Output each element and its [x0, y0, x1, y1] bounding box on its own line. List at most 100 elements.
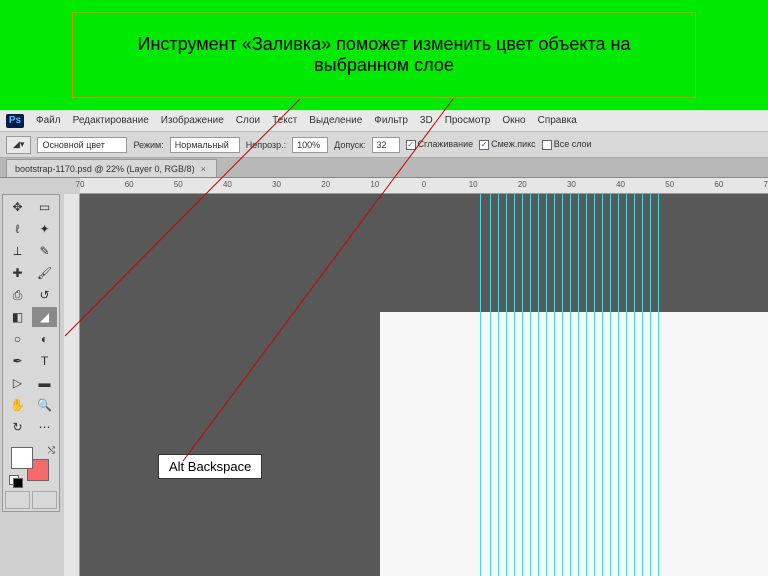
tab-title: bootstrap-1170.psd @ 22% (Layer 0, RGB/8…: [15, 164, 195, 174]
tool-hand[interactable]: ✋: [5, 395, 30, 415]
ruler-vertical: [64, 194, 80, 576]
ruler-tick: 40: [616, 180, 625, 189]
screen-mode[interactable]: [5, 491, 57, 509]
tolerance-label: Допуск:: [334, 140, 365, 150]
menu-text[interactable]: Текст: [272, 115, 297, 126]
guide-line[interactable]: [610, 194, 611, 576]
opacity-label: Непрозр.:: [246, 140, 286, 150]
contig-check[interactable]: Смеж.пикс: [479, 139, 536, 150]
ruler-tick: 10: [469, 180, 478, 189]
alllayers-check[interactable]: Все слои: [542, 139, 592, 150]
guide-line[interactable]: [650, 194, 651, 576]
menu-edit[interactable]: Редактирование: [73, 115, 149, 126]
menu-filter[interactable]: Фильтр: [374, 115, 408, 126]
tool-history[interactable]: ↺: [32, 285, 57, 305]
tool-dots[interactable]: ⋯: [32, 417, 57, 437]
swap-colors-icon[interactable]: ⤭: [48, 445, 55, 456]
tool-crop[interactable]: ⟂: [5, 241, 30, 261]
guide-line[interactable]: [480, 194, 481, 576]
ruler-tick: 30: [567, 180, 576, 189]
mode-label: Режим:: [133, 140, 163, 150]
ruler-tick: 70: [764, 180, 768, 189]
app-logo: Ps: [6, 114, 24, 128]
document-tab[interactable]: bootstrap-1170.psd @ 22% (Layer 0, RGB/8…: [6, 159, 217, 177]
tool-lasso[interactable]: ℓ: [5, 219, 30, 239]
tools-panel: ✥▭ℓ✦⟂✎✚🖌⎙↺◧◢○◐✒T▷▬✋🔍↻⋯ ⤭: [2, 194, 60, 512]
ruler-tick: 70: [76, 180, 85, 189]
guide-line[interactable]: [522, 194, 523, 576]
menu-bar: Ps Файл Редактирование Изображение Слои …: [0, 110, 768, 132]
tool-marquee[interactable]: ▭: [32, 197, 57, 217]
menu-window[interactable]: Окно: [502, 115, 525, 126]
tool-rotate[interactable]: ↻: [5, 417, 30, 437]
aa-check[interactable]: Сглаживание: [406, 139, 474, 150]
guide-line[interactable]: [578, 194, 579, 576]
ruler-tick: 30: [272, 180, 281, 189]
guide-line[interactable]: [586, 194, 587, 576]
fg-color-swatch[interactable]: [11, 447, 33, 469]
shortcut-label: Alt Backspace: [158, 454, 262, 479]
ruler-tick: 0: [422, 180, 426, 189]
tolerance-input[interactable]: 32: [372, 137, 400, 153]
tool-eraser[interactable]: ◧: [5, 307, 30, 327]
tool-brush[interactable]: 🖌: [32, 263, 57, 283]
guide-line[interactable]: [530, 194, 531, 576]
menu-3d[interactable]: 3D: [420, 115, 433, 126]
tool-type[interactable]: T: [32, 351, 57, 371]
ruler-horizontal: 70605040302010010203040506070: [80, 178, 768, 194]
tool-wand[interactable]: ✦: [32, 219, 57, 239]
guide-line[interactable]: [626, 194, 627, 576]
tool-pen[interactable]: ✒: [5, 351, 30, 371]
menu-file[interactable]: Файл: [36, 115, 61, 126]
guide-line[interactable]: [514, 194, 515, 576]
menu-select[interactable]: Выделение: [309, 115, 362, 126]
guide-line[interactable]: [498, 194, 499, 576]
guide-line[interactable]: [546, 194, 547, 576]
guide-line[interactable]: [554, 194, 555, 576]
tool-blur[interactable]: ○: [5, 329, 30, 349]
screenmode-icon[interactable]: [32, 491, 57, 509]
guide-line[interactable]: [538, 194, 539, 576]
document-canvas[interactable]: [380, 312, 768, 576]
fill-source-select[interactable]: Основной цвет: [37, 137, 127, 153]
ruler-tick: 60: [714, 180, 723, 189]
tool-move[interactable]: ✥: [5, 197, 30, 217]
bucket-icon[interactable]: ◢▾: [6, 136, 31, 154]
guide-line[interactable]: [570, 194, 571, 576]
tool-heal[interactable]: ✚: [5, 263, 30, 283]
instruction-text: Инструмент «Заливка» поможет изменить цв…: [72, 12, 696, 98]
guide-line[interactable]: [562, 194, 563, 576]
tool-stamp[interactable]: ⎙: [5, 285, 30, 305]
tool-zoom[interactable]: 🔍: [32, 395, 57, 415]
guide-line[interactable]: [602, 194, 603, 576]
guide-line[interactable]: [490, 194, 491, 576]
guide-line[interactable]: [594, 194, 595, 576]
ruler-tick: 20: [518, 180, 527, 189]
guide-line[interactable]: [618, 194, 619, 576]
menu-layer[interactable]: Слои: [236, 115, 260, 126]
menu-view[interactable]: Просмотр: [445, 115, 491, 126]
quickmask-icon[interactable]: [5, 491, 30, 509]
guide-line[interactable]: [506, 194, 507, 576]
menu-help[interactable]: Справка: [538, 115, 577, 126]
mode-select[interactable]: Нормальный: [170, 137, 240, 153]
guide-line[interactable]: [658, 194, 659, 576]
menu-image[interactable]: Изображение: [161, 115, 224, 126]
close-icon[interactable]: ×: [201, 164, 206, 174]
opacity-input[interactable]: 100%: [292, 137, 328, 153]
guide-line[interactable]: [642, 194, 643, 576]
color-swatches[interactable]: ⤭: [5, 443, 59, 487]
tool-dodge[interactable]: ◐: [32, 329, 57, 349]
tool-shape[interactable]: ▬: [32, 373, 57, 393]
tool-path[interactable]: ▷: [5, 373, 30, 393]
tool-bucket[interactable]: ◢: [32, 307, 57, 327]
ruler-tick: 20: [321, 180, 330, 189]
instruction-banner: Инструмент «Заливка» поможет изменить цв…: [0, 0, 768, 110]
ruler-tick: 60: [125, 180, 134, 189]
guide-line[interactable]: [634, 194, 635, 576]
ruler-tick: 10: [370, 180, 379, 189]
canvas-area[interactable]: [80, 194, 768, 576]
tool-eyedrop[interactable]: ✎: [32, 241, 57, 261]
options-bar: ◢▾ Основной цвет Режим: Нормальный Непро…: [0, 132, 768, 158]
ruler-tick: 50: [174, 180, 183, 189]
